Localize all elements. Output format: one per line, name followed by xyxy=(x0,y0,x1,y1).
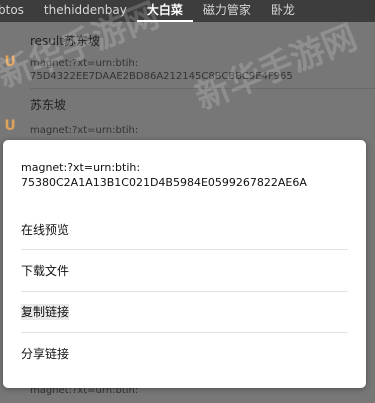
tab-wolong[interactable]: 卧龙 xyxy=(261,0,305,22)
share-link-option[interactable]: 分享链接 xyxy=(21,346,348,362)
item-magnet-hash: 75D4322EE7DAAE2BD86A212145C8BCBBC9E4F965 xyxy=(30,71,293,82)
divider xyxy=(21,291,348,292)
link-options-dialog: magnet:?xt=urn:btih: 75380C2A1A13B1C021D… xyxy=(3,140,366,388)
tab-bar: btos thehiddenbay 大白菜 磁力管家 卧龙 xyxy=(0,0,375,22)
online-preview-option[interactable]: 在线预览 xyxy=(21,222,348,238)
divider xyxy=(30,88,375,89)
dialog-magnet-hash: 75380C2A1A13B1C021D4B5984E0599267822AE6A xyxy=(21,176,307,189)
tab-thehiddenbay[interactable]: thehiddenbay xyxy=(34,0,137,22)
item-magnet-prefix: magnet:?xt=urn:btih: xyxy=(30,125,139,136)
divider xyxy=(21,332,348,333)
download-file-option[interactable]: 下载文件 xyxy=(21,263,348,279)
copy-link-label: 复制链接 xyxy=(21,304,70,320)
copy-link-option[interactable]: 复制链接 xyxy=(21,304,348,320)
divider xyxy=(21,249,348,250)
item-title: result苏东坡 xyxy=(30,34,100,48)
item-title: 苏东坡 xyxy=(30,98,67,112)
magnet-icon: U xyxy=(4,118,16,134)
tab-btos[interactable]: btos xyxy=(0,0,34,22)
item-magnet-prefix: magnet:?xt=urn:btih: xyxy=(30,58,139,69)
dialog-magnet-prefix: magnet:?xt=urn:btih: xyxy=(21,161,141,174)
magnet-icon: U xyxy=(4,54,16,70)
tab-dabaicai[interactable]: 大白菜 xyxy=(136,0,193,22)
dialog-magnet-link: magnet:?xt=urn:btih: 75380C2A1A13B1C021D… xyxy=(21,160,307,190)
tab-cili-guanjia[interactable]: 磁力管家 xyxy=(193,0,261,22)
